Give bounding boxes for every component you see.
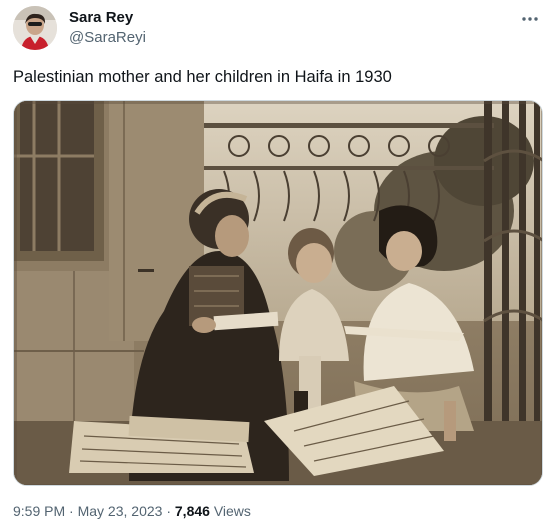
tweet-text: Palestinian mother and her children in H…: [13, 68, 392, 86]
meta-separator: ·: [65, 503, 78, 519]
author-display-name[interactable]: Sara Rey: [69, 9, 133, 27]
sepia-photograph: [14, 101, 542, 485]
meta-separator: ·: [162, 503, 175, 519]
author-handle[interactable]: @SaraReyi: [69, 29, 146, 47]
tweet-date[interactable]: May 23, 2023: [78, 503, 163, 519]
views-count[interactable]: 7,846: [175, 503, 210, 519]
tweet-meta: 9:59 PM · May 23, 2023 · 7,846 Views: [13, 503, 251, 520]
tweet[interactable]: Sara Rey @SaraReyi Palestinian mother an…: [0, 0, 547, 522]
profile-photo-icon: [13, 6, 57, 50]
more-options-icon[interactable]: [519, 8, 541, 30]
tweet-photo[interactable]: [13, 100, 543, 486]
author-avatar[interactable]: [13, 6, 57, 50]
tweet-time[interactable]: 9:59 PM: [13, 503, 65, 519]
views-label: Views: [209, 503, 251, 519]
